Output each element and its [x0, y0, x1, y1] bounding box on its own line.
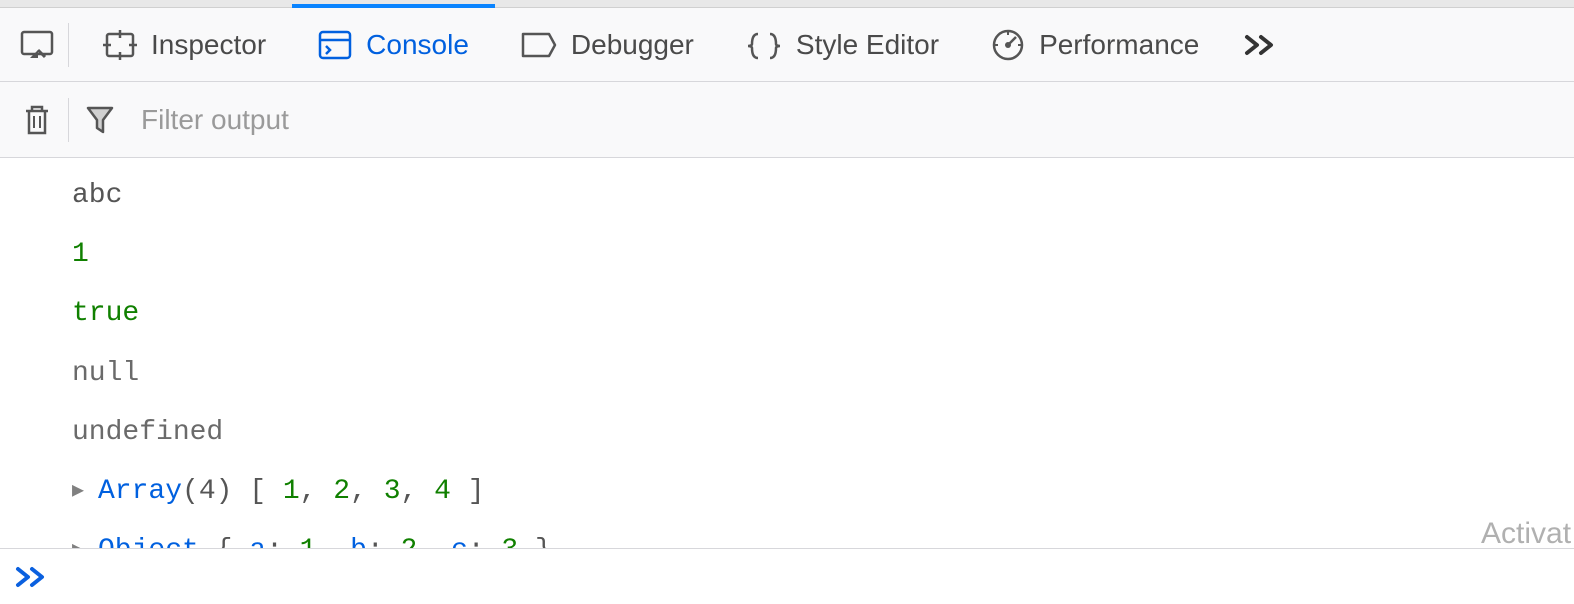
divider: [68, 23, 69, 67]
log-null[interactable]: null: [72, 344, 1574, 403]
console-icon: [318, 30, 352, 60]
filter-output-input[interactable]: [123, 104, 1560, 136]
array-count: (4): [182, 476, 232, 507]
tabs-overflow-button[interactable]: [1225, 33, 1297, 57]
log-undefined[interactable]: undefined: [72, 403, 1574, 462]
tab-debugger-label: Debugger: [571, 29, 694, 61]
expand-triangle-icon[interactable]: ▶: [72, 478, 88, 506]
array-type: Array: [98, 476, 182, 507]
tab-style-editor[interactable]: Style Editor: [720, 8, 965, 82]
chevron-double-right-icon: [1243, 33, 1279, 57]
tab-console[interactable]: Console: [292, 8, 495, 82]
style-editor-icon: [746, 30, 782, 60]
tab-performance-label: Performance: [1039, 29, 1199, 61]
log-array[interactable]: ▶ Array(4) [ 1, 2, 3, 4 ]: [72, 462, 1574, 521]
tab-debugger[interactable]: Debugger: [495, 8, 720, 82]
log-number[interactable]: 1: [72, 225, 1574, 284]
tab-console-label: Console: [366, 29, 469, 61]
divider: [68, 98, 69, 142]
devtools-tabs-bar: Inspector Console Debugger Style Editor: [0, 8, 1574, 82]
tab-inspector[interactable]: Inspector: [77, 8, 292, 82]
inspector-icon: [103, 30, 137, 60]
console-output-area: abc 1 true null undefined ▶ Array(4) [ 1…: [0, 158, 1574, 592]
funnel-icon: [85, 104, 115, 136]
pane-toggle-button[interactable]: [14, 22, 60, 68]
tab-performance[interactable]: Performance: [965, 8, 1225, 82]
pane-toggle-icon: [20, 30, 54, 60]
trash-icon: [22, 103, 52, 137]
console-input-bar[interactable]: [0, 548, 1574, 604]
log-string[interactable]: abc: [72, 166, 1574, 225]
performance-icon: [991, 28, 1025, 62]
console-filter-bar: [0, 82, 1574, 158]
tab-style-editor-label: Style Editor: [796, 29, 939, 61]
log-boolean[interactable]: true: [72, 284, 1574, 343]
debugger-icon: [521, 32, 557, 58]
tab-inspector-label: Inspector: [151, 29, 266, 61]
filter-toggle-button[interactable]: [77, 97, 123, 143]
clear-console-button[interactable]: [14, 97, 60, 143]
console-prompt-icon: [14, 565, 50, 589]
